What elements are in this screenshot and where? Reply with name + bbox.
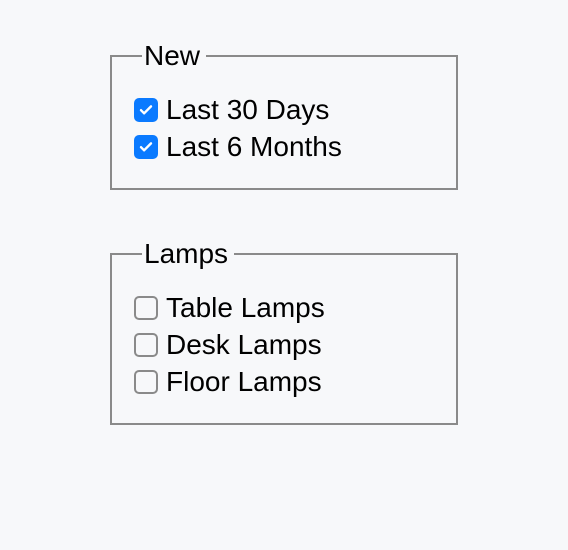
option-row: Last 30 Days [134,92,434,127]
option-row: Last 6 Months [134,129,434,164]
option-row: Table Lamps [134,290,434,325]
checkmark-icon [138,139,154,155]
checkbox-last-30-days[interactable] [134,98,158,122]
option-row: Desk Lamps [134,327,434,362]
option-row: Floor Lamps [134,364,434,399]
checkbox-label-floor-lamps[interactable]: Floor Lamps [166,364,322,399]
checkbox-table-lamps[interactable] [134,296,158,320]
fieldset-lamps: Lamps Table Lamps Desk Lamps Floor Lamps [110,238,458,425]
checkbox-label-last-30-days[interactable]: Last 30 Days [166,92,329,127]
legend-new: New [142,40,206,72]
legend-lamps: Lamps [142,238,234,270]
checkbox-label-table-lamps[interactable]: Table Lamps [166,290,325,325]
checkbox-last-6-months[interactable] [134,135,158,159]
checkbox-floor-lamps[interactable] [134,370,158,394]
checkmark-icon [138,102,154,118]
fieldset-new: New Last 30 Days Last 6 Months [110,40,458,190]
checkbox-label-desk-lamps[interactable]: Desk Lamps [166,327,322,362]
checkbox-desk-lamps[interactable] [134,333,158,357]
checkbox-label-last-6-months[interactable]: Last 6 Months [166,129,342,164]
